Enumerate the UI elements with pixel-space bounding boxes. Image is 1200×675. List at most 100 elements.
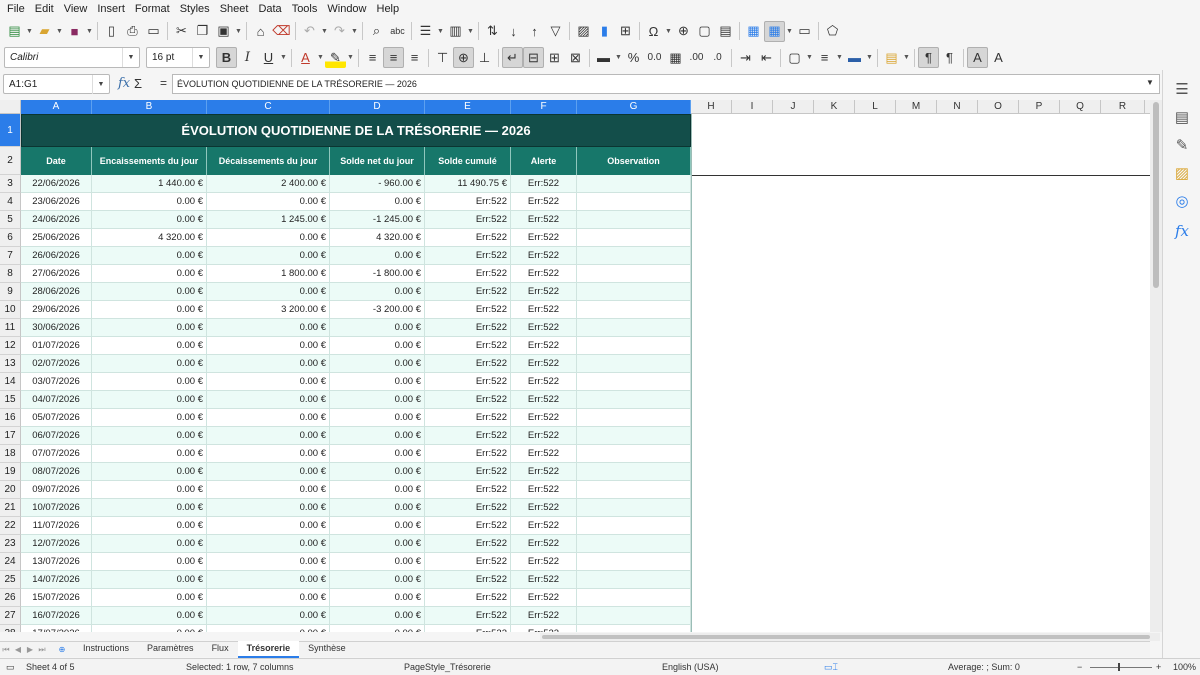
new-dropdown-icon[interactable]: ▼ (25, 21, 34, 42)
table-cell[interactable]: 05/07/2026 (21, 409, 92, 427)
table-cell[interactable]: 0.00 € (92, 409, 207, 427)
freeze-dropdown-icon[interactable]: ▼ (785, 21, 794, 42)
column-header-r[interactable]: R (1101, 100, 1145, 114)
table-header-cell[interactable]: Solde cumulé (425, 147, 511, 175)
table-cell[interactable]: -1 800.00 € (330, 265, 425, 283)
table-cell[interactable]: 17/07/2026 (21, 625, 92, 632)
table-cell[interactable]: 0.00 € (92, 319, 207, 337)
table-cell[interactable] (577, 607, 691, 625)
cut-icon[interactable]: ✂ (171, 21, 192, 42)
table-cell[interactable]: 13/07/2026 (21, 553, 92, 571)
table-cell[interactable]: 0.00 € (207, 463, 330, 481)
column-header-m[interactable]: M (896, 100, 937, 114)
spreadsheet-grid[interactable]: ABCDEFGHIJKLMNOPQR 1 2 3 4 5 6 7 8 9 10 11 12 13 14 15… (0, 100, 1150, 632)
table-cell[interactable]: 0.00 € (92, 391, 207, 409)
column-header-l[interactable]: L (855, 100, 896, 114)
pivot-table-icon[interactable]: ⊞ (615, 21, 636, 42)
redo-icon[interactable]: ↷ (329, 21, 350, 42)
table-cell[interactable]: Err:522 (511, 409, 577, 427)
table-cell[interactable]: 0.00 € (207, 589, 330, 607)
row-dropdown-icon[interactable]: ▼ (436, 21, 445, 42)
sheet-tab[interactable]: Paramètres (138, 641, 203, 658)
table-cell[interactable]: 04/07/2026 (21, 391, 92, 409)
table-cell[interactable]: 0.00 € (207, 391, 330, 409)
table-cell[interactable]: 0.00 € (92, 445, 207, 463)
last-sheet-icon[interactable]: ⏭ (36, 645, 48, 655)
table-cell[interactable]: Err:522 (511, 499, 577, 517)
row-header[interactable]: 21 (0, 499, 21, 517)
name-box[interactable]: A1:G1 ▼ (3, 74, 110, 94)
table-cell[interactable]: Err:522 (511, 319, 577, 337)
table-cell[interactable]: Err:522 (425, 517, 511, 535)
table-cell[interactable] (577, 427, 691, 445)
redo-dropdown-icon[interactable]: ▼ (350, 21, 359, 42)
table-cell[interactable]: Err:522 (425, 283, 511, 301)
sort-icon[interactable]: ⇅ (482, 21, 503, 42)
menu-data[interactable]: Data (253, 0, 286, 18)
sort-ascending-icon[interactable]: ↓ (503, 21, 524, 42)
table-cell[interactable] (577, 463, 691, 481)
font-size-box[interactable]: 16 pt ▼ (146, 47, 210, 68)
table-cell[interactable]: 02/07/2026 (21, 355, 92, 373)
print-icon[interactable]: ⎙ (122, 21, 143, 42)
column-header-j[interactable]: J (773, 100, 814, 114)
align-right-icon[interactable]: ≡ (404, 47, 425, 68)
border-color-icon[interactable]: ▬ (844, 47, 865, 68)
table-cell[interactable]: Err:522 (511, 175, 577, 193)
row-header[interactable]: 28 (0, 625, 21, 632)
table-cell[interactable]: Err:522 (425, 229, 511, 247)
table-cell[interactable]: 0.00 € (207, 553, 330, 571)
table-cell[interactable]: Err:522 (511, 607, 577, 625)
conditional-format-icon[interactable]: ▤ (881, 47, 902, 68)
table-cell[interactable] (577, 319, 691, 337)
table-cell[interactable]: 10/07/2026 (21, 499, 92, 517)
table-cell[interactable]: 4 320.00 € (92, 229, 207, 247)
table-cell[interactable]: Err:522 (511, 463, 577, 481)
table-cell[interactable]: Err:522 (425, 193, 511, 211)
table-cell[interactable]: Err:522 (425, 553, 511, 571)
table-cell[interactable]: Err:522 (425, 355, 511, 373)
decrease-indent-icon[interactable]: ⇤ (756, 47, 777, 68)
save-dropdown-icon[interactable]: ▼ (85, 21, 94, 42)
new-document-icon[interactable]: ▤ (4, 21, 25, 42)
column-header-i[interactable]: I (732, 100, 773, 114)
table-cell[interactable]: Err:522 (511, 445, 577, 463)
table-cell[interactable]: Err:522 (511, 517, 577, 535)
print-preview-icon[interactable]: ▭ (143, 21, 164, 42)
underline-icon[interactable]: U (258, 47, 279, 68)
table-cell[interactable]: 3 200.00 € (207, 301, 330, 319)
table-cell[interactable]: Err:522 (425, 445, 511, 463)
table-header-cell[interactable]: Décaissements du jour (207, 147, 330, 175)
properties-icon[interactable]: ▤ (1171, 106, 1193, 128)
table-cell[interactable]: Err:522 (511, 571, 577, 589)
table-cell[interactable]: 0.00 € (330, 355, 425, 373)
chevron-down-icon[interactable]: ▼ (192, 48, 209, 67)
menu-view[interactable]: View (59, 0, 93, 18)
insert-mode-icon[interactable]: ▭⌶ (824, 662, 838, 673)
table-cell[interactable] (577, 499, 691, 517)
table-cell[interactable]: 0.00 € (207, 427, 330, 445)
table-cell[interactable]: 0.00 € (207, 247, 330, 265)
menu-sheet[interactable]: Sheet (215, 0, 254, 18)
table-cell[interactable]: Err:522 (425, 463, 511, 481)
table-cell[interactable]: 0.00 € (330, 247, 425, 265)
zoom-in-icon[interactable]: + (1156, 662, 1161, 672)
expand-formula-icon[interactable]: ▼ (1146, 78, 1154, 87)
merge-center-icon[interactable]: ⊟ (523, 47, 544, 68)
row-header[interactable]: 27 (0, 607, 21, 625)
column-header-c[interactable]: C (207, 100, 330, 114)
table-cell[interactable] (577, 229, 691, 247)
row-header[interactable]: 11 (0, 319, 21, 337)
number-format-icon[interactable]: 0.0 (644, 47, 665, 68)
font-name-box[interactable]: Calibri ▼ (4, 47, 140, 68)
table-cell[interactable] (577, 445, 691, 463)
export-pdf-icon[interactable]: ▯ (101, 21, 122, 42)
row-header[interactable]: 19 (0, 463, 21, 481)
gallery-icon[interactable]: ▨ (1171, 162, 1193, 184)
menu-insert[interactable]: Insert (92, 0, 130, 18)
table-cell[interactable]: Err:522 (425, 481, 511, 499)
open-dropdown-icon[interactable]: ▼ (55, 21, 64, 42)
table-cell[interactable]: 0.00 € (92, 355, 207, 373)
table-cell[interactable]: 0.00 € (207, 625, 330, 632)
row-header[interactable]: 7 (0, 247, 21, 265)
